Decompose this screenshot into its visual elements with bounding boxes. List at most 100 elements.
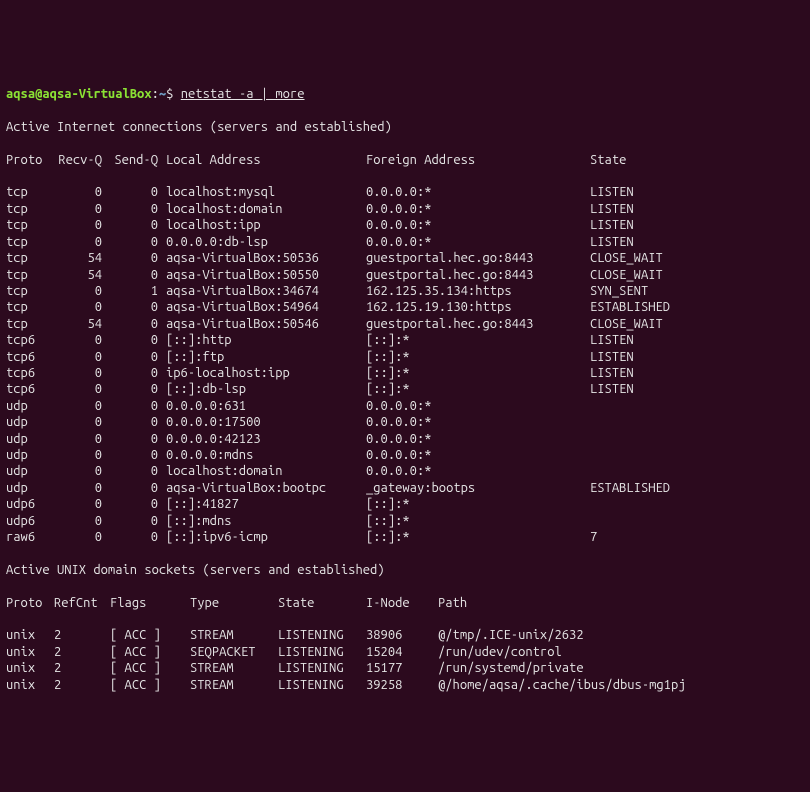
cell-foreign: [::]:* [366,529,590,545]
inet-row: udp000.0.0.0:175000.0.0.0:* [6,414,804,430]
cell-state: LISTENING [278,627,366,643]
cell-foreign: 0.0.0.0:* [366,398,590,414]
cell-state: LISTEN [590,349,710,365]
cell-local: 0.0.0.0:17500 [166,414,366,430]
cell-local: aqsa-VirtualBox:34674 [166,283,366,299]
cell-sendq: 1 [110,283,166,299]
inet-row: udp600[::]:41827[::]:* [6,496,804,512]
inet-row: udp000.0.0.0:421230.0.0.0:* [6,431,804,447]
inet-row: tcp00localhost:domain0.0.0.0:*LISTEN [6,201,804,217]
cell-recvq: 0 [54,496,110,512]
cell-local: 0.0.0.0:631 [166,398,366,414]
command-text[interactable]: netstat -a | more [181,87,305,101]
cell-recvq: 54 [54,250,110,266]
cell-state: ESTABLISHED [590,480,710,496]
inet-row: udp600[::]:mdns[::]:* [6,513,804,529]
inet-row: tcp600[::]:ftp[::]:*LISTEN [6,349,804,365]
col-type: Type [190,595,278,611]
prompt-line: aqsa@aqsa-VirtualBox:~$ netstat -a | mor… [6,86,804,102]
inet-row: tcp540aqsa-VirtualBox:50546guestportal.h… [6,316,804,332]
cell-sendq: 0 [110,381,166,397]
cell-foreign: 0.0.0.0:* [366,414,590,430]
cell-sendq: 0 [110,480,166,496]
cell-type: STREAM [190,677,278,693]
cell-state: CLOSE_WAIT [590,250,710,266]
cell-type: STREAM [190,627,278,643]
cell-flags: [ ACC ] [110,644,190,660]
cell-sendq: 0 [110,332,166,348]
inet-row: tcp01aqsa-VirtualBox:34674162.125.35.134… [6,283,804,299]
cell-flags: [ ACC ] [110,660,190,676]
cell-inode: 15177 [366,660,438,676]
cell-foreign: guestportal.hec.go:8443 [366,250,590,266]
col-inode: I-Node [366,595,438,611]
cell-flags: [ ACC ] [110,627,190,643]
inet-row: tcp000.0.0.0:db-lsp0.0.0.0:*LISTEN [6,234,804,250]
cell-recvq: 0 [54,299,110,315]
cell-proto: tcp6 [6,365,54,381]
cell-local: localhost:domain [166,201,366,217]
inet-table-body: tcp00localhost:mysql0.0.0.0:*LISTENtcp00… [6,184,804,545]
cell-foreign: _gateway:bootps [366,480,590,496]
cell-local: 0.0.0.0:mdns [166,447,366,463]
cell-type: STREAM [190,660,278,676]
cell-sendq: 0 [110,463,166,479]
inet-row: tcp600[::]:db-lsp[::]:*LISTEN [6,381,804,397]
cell-sendq: 0 [110,496,166,512]
cell-proto: tcp [6,316,54,332]
cell-proto: udp [6,447,54,463]
cell-local: localhost:domain [166,463,366,479]
cell-local: aqsa-VirtualBox:50546 [166,316,366,332]
unix-row: unix2[ ACC ]STREAMLISTENING38906@/tmp/.I… [6,627,804,643]
cell-foreign: [::]:* [366,496,590,512]
cell-recvq: 0 [54,234,110,250]
inet-row: tcp540aqsa-VirtualBox:50536guestportal.h… [6,250,804,266]
cell-local: aqsa-VirtualBox:bootpc [166,480,366,496]
cell-local: localhost:ipp [166,217,366,233]
cell-foreign: 0.0.0.0:* [366,201,590,217]
cell-proto: unix [6,627,54,643]
inet-row: udp00aqsa-VirtualBox:bootpc_gateway:boot… [6,480,804,496]
col-state: State [590,152,710,168]
col-foreign: Foreign Address [366,152,590,168]
cell-recvq: 0 [54,332,110,348]
cell-state: LISTEN [590,332,710,348]
inet-row: tcp00aqsa-VirtualBox:54964162.125.19.130… [6,299,804,315]
cell-foreign: [::]:* [366,332,590,348]
cell-sendq: 0 [110,529,166,545]
cell-sendq: 0 [110,414,166,430]
cell-local: [::]:http [166,332,366,348]
cell-local: aqsa-VirtualBox:54964 [166,299,366,315]
inet-row: udp000.0.0.0:6310.0.0.0:* [6,398,804,414]
cell-proto: udp [6,431,54,447]
cell-proto: tcp [6,250,54,266]
cell-state: CLOSE_WAIT [590,316,710,332]
cell-foreign: [::]:* [366,349,590,365]
inet-section-header: Active Internet connections (servers and… [6,119,804,135]
inet-row: tcp540aqsa-VirtualBox:50550guestportal.h… [6,267,804,283]
col-local: Local Address [166,152,366,168]
cell-proto: udp [6,414,54,430]
cell-state: LISTEN [590,381,710,397]
col-proto: Proto [6,152,54,168]
cell-proto: tcp [6,283,54,299]
cell-type: SEQPACKET [190,644,278,660]
cell-recvq: 0 [54,201,110,217]
cell-foreign: [::]:* [366,381,590,397]
cell-proto: udp [6,480,54,496]
cell-recvq: 0 [54,398,110,414]
cell-sendq: 0 [110,299,166,315]
prompt-colon: : [152,87,159,101]
cell-recvq: 0 [54,529,110,545]
col-sendq: Send-Q [110,152,166,168]
cell-local: ip6-localhost:ipp [166,365,366,381]
unix-section-header: Active UNIX domain sockets (servers and … [6,562,804,578]
inet-row: raw600[::]:ipv6-icmp[::]:*7 [6,529,804,545]
cell-recvq: 54 [54,267,110,283]
cell-sendq: 0 [110,365,166,381]
cell-recvq: 0 [54,414,110,430]
inet-row: udp000.0.0.0:mdns0.0.0.0:* [6,447,804,463]
cell-sendq: 0 [110,447,166,463]
cell-sendq: 0 [110,250,166,266]
cell-inode: 15204 [366,644,438,660]
